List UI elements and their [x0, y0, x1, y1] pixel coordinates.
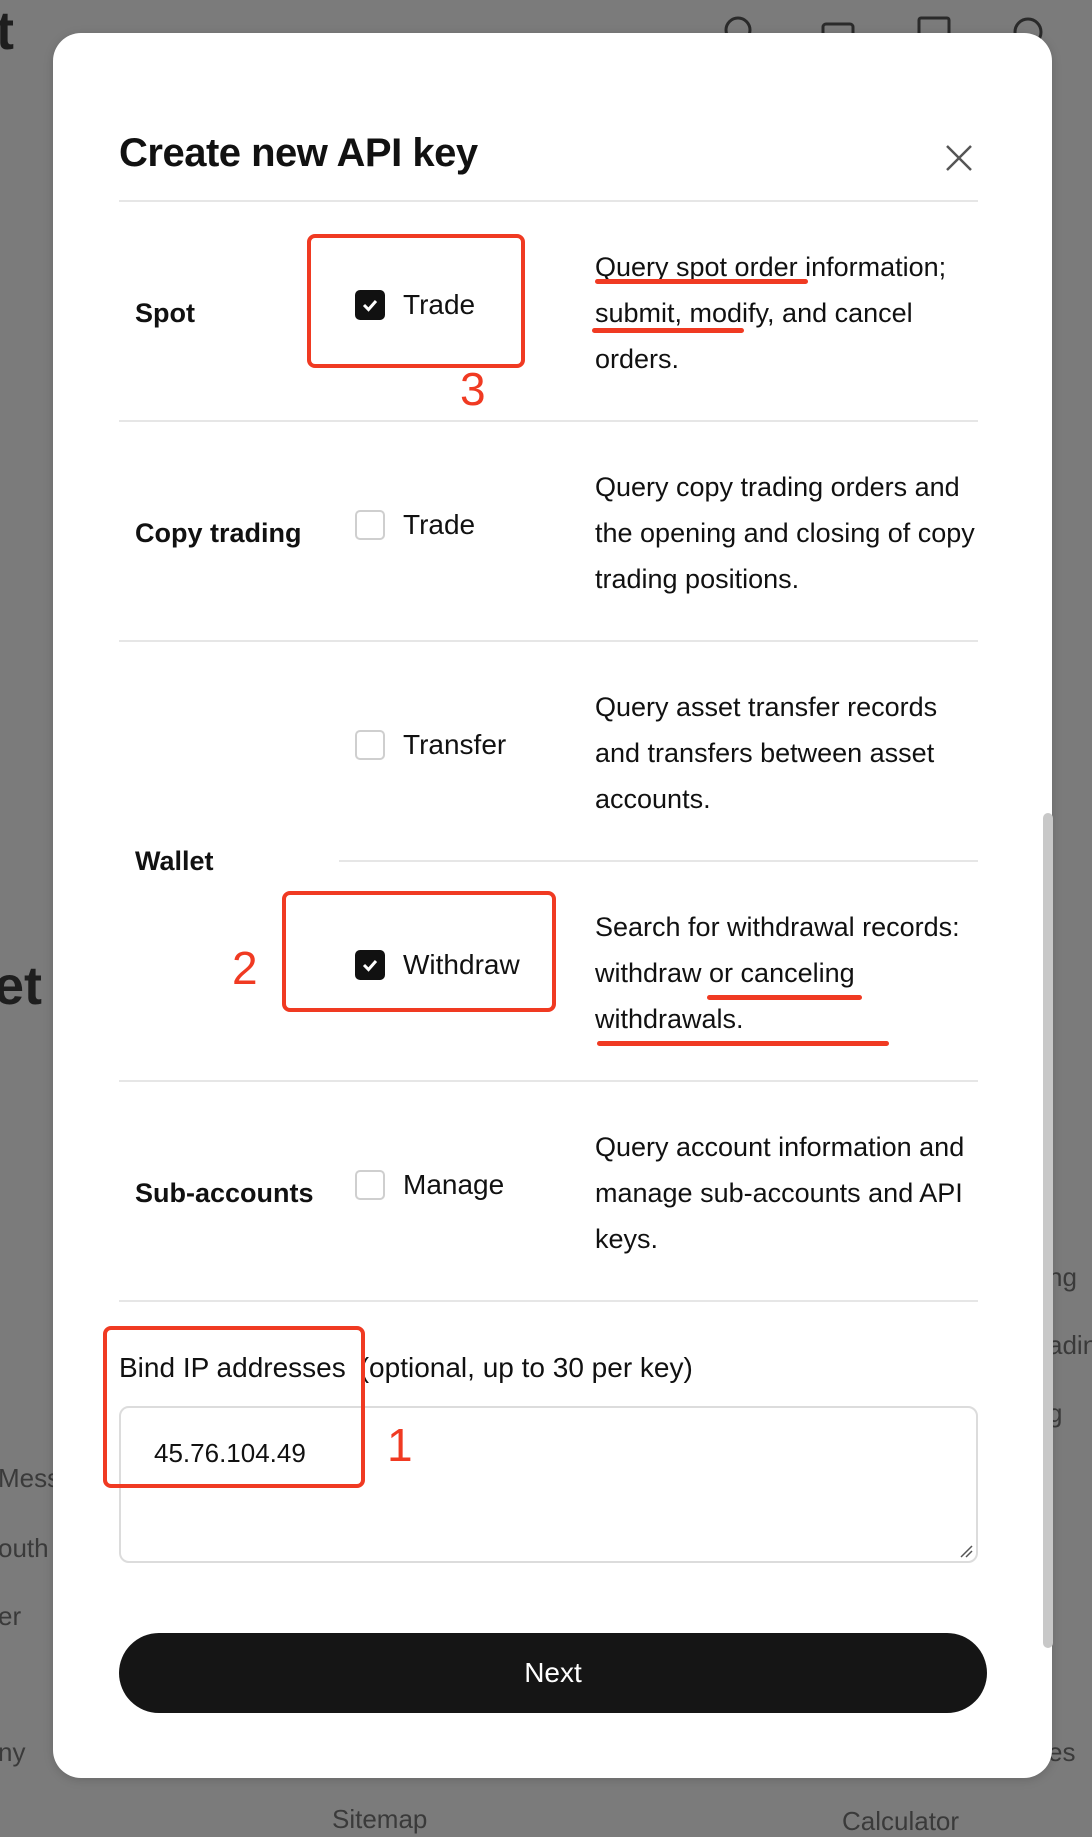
- bg-fragment: ny: [0, 1737, 26, 1767]
- dialog-title: Create new API key: [119, 131, 478, 175]
- next-button[interactable]: Next: [119, 1633, 987, 1713]
- wallet-transfer-description: Query asset transfer records and transfe…: [595, 692, 938, 814]
- annotation-underline: [597, 1041, 889, 1046]
- bg-fragment: er: [0, 1601, 22, 1631]
- sub-accounts-description: Query account information and manage sub…: [595, 1132, 965, 1254]
- annotation-number-1: 1: [387, 1419, 413, 1471]
- annotation-underline: [707, 995, 862, 1000]
- divider: [119, 640, 978, 642]
- annotation-underline: [595, 279, 808, 284]
- annotation-number-2: 2: [232, 942, 258, 994]
- category-copy-trading: Copy trading: [135, 518, 302, 548]
- copy-trading-trade-checkbox[interactable]: Trade: [355, 509, 475, 541]
- divider: [119, 420, 978, 422]
- checkbox-unchecked-icon: [355, 730, 385, 760]
- annotation-box-ip: [103, 1326, 365, 1488]
- divider: [339, 860, 978, 862]
- ip-hint-text: (optional, up to 30 per key): [359, 1352, 693, 1383]
- divider: [119, 200, 978, 202]
- annotation-box-withdraw: [282, 891, 556, 1012]
- checkbox-unchecked-icon: [355, 510, 385, 540]
- checkbox-unchecked-icon: [355, 1170, 385, 1200]
- option-label: Trade: [403, 509, 476, 540]
- close-icon[interactable]: [939, 138, 979, 178]
- wallet-withdraw-description: Search for withdrawal records: withdraw …: [595, 912, 960, 1034]
- bg-calculator-link[interactable]: Calculator: [842, 1806, 959, 1837]
- annotation-number-3: 3: [460, 363, 486, 415]
- bg-sitemap-link[interactable]: Sitemap: [332, 1804, 427, 1835]
- option-label: Transfer: [403, 729, 507, 760]
- resize-handle-icon[interactable]: [959, 1544, 973, 1558]
- category-sub-accounts: Sub-accounts: [135, 1178, 314, 1208]
- bg-fragment: t: [0, 1, 14, 61]
- copy-trading-description: Query copy trading orders and the openin…: [595, 472, 975, 594]
- annotation-underline: [592, 328, 744, 333]
- scrollbar[interactable]: [1043, 813, 1053, 1648]
- bg-fragment: es: [1048, 1737, 1076, 1767]
- divider: [119, 1300, 978, 1302]
- bg-fragment: et: [0, 956, 43, 1016]
- annotation-box-spot-trade: [307, 234, 525, 368]
- option-label: Manage: [403, 1169, 505, 1200]
- category-spot: Spot: [135, 298, 195, 328]
- wallet-transfer-checkbox[interactable]: Transfer: [355, 729, 506, 761]
- bg-fragment: adin: [1048, 1330, 1092, 1360]
- bg-fragment: outh: [0, 1533, 49, 1563]
- sub-accounts-manage-checkbox[interactable]: Manage: [355, 1169, 504, 1201]
- spot-description: Query spot order information; submit, mo…: [595, 252, 947, 374]
- divider: [119, 1080, 978, 1082]
- category-wallet: Wallet: [135, 846, 214, 876]
- bg-fragment: Mess: [0, 1463, 61, 1493]
